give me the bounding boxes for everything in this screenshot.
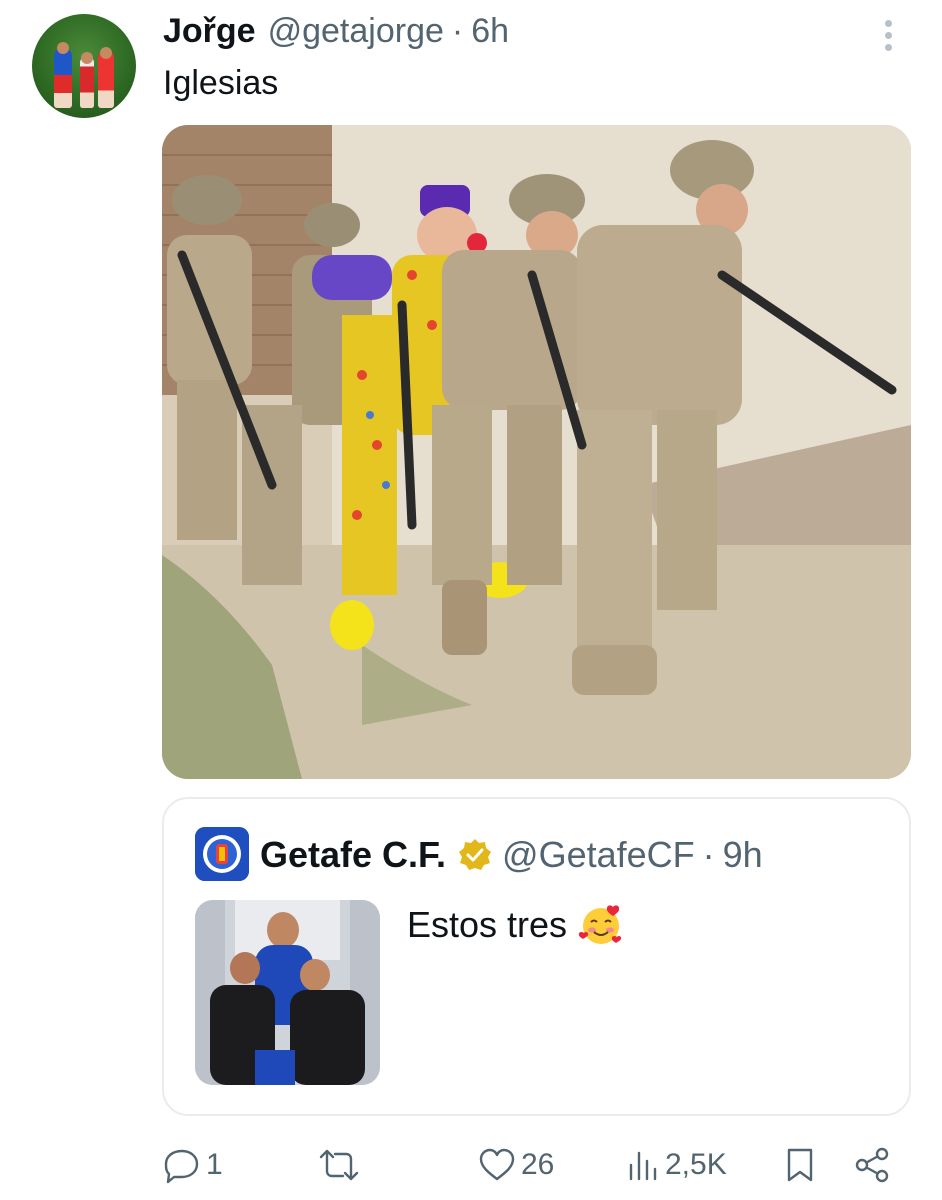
tweet-photo[interactable] xyxy=(162,125,911,779)
quoted-tweet-thumbnail[interactable] xyxy=(195,900,380,1085)
tweet-actions-bar: 1 26 2,5K xyxy=(162,1140,911,1190)
like-icon xyxy=(479,1148,515,1181)
getafe-crest-icon xyxy=(195,827,249,881)
bookmark-button[interactable] xyxy=(780,1140,820,1190)
retweet-icon xyxy=(319,1149,359,1181)
share-icon xyxy=(855,1147,889,1183)
quoted-tweet-text: Estos tres xyxy=(407,904,568,945)
bookmark-icon xyxy=(787,1148,813,1182)
retweet-button[interactable] xyxy=(317,1140,365,1190)
author-name[interactable]: Jořge xyxy=(163,12,256,51)
quoted-tweet-timestamp[interactable]: 9h xyxy=(723,834,763,876)
separator-dot: · xyxy=(451,12,464,50)
gold-verified-badge-icon xyxy=(459,839,492,870)
quoted-author-handle[interactable]: @GetafeCF xyxy=(502,834,695,876)
author-avatar[interactable] xyxy=(32,14,136,118)
reply-icon xyxy=(164,1149,199,1184)
tweet-text: Iglesias xyxy=(163,64,279,102)
quoted-separator-dot: · xyxy=(702,834,715,875)
quoted-tweet-text-row: Estos tres xyxy=(407,901,625,949)
author-handle[interactable]: @getajorge xyxy=(268,12,444,51)
reply-count: 1 xyxy=(206,1148,223,1181)
soldiers-and-clown-photo xyxy=(162,125,911,779)
more-vertical-icon[interactable] xyxy=(876,16,900,56)
quoted-author-name[interactable]: Getafe C.F. xyxy=(260,834,446,876)
getafe-logo-avatar[interactable] xyxy=(195,827,249,881)
quoted-tweet-card[interactable]: Getafe C.F. @GetafeCF · 9h Estos tres xyxy=(162,797,911,1116)
tweet-header: Jořge @getajorge · 6h xyxy=(163,12,509,52)
three-players-photo xyxy=(195,900,380,1085)
like-button[interactable]: 26 xyxy=(477,1140,554,1190)
reply-button[interactable]: 1 xyxy=(162,1140,223,1190)
share-button[interactable] xyxy=(852,1140,892,1190)
views-icon xyxy=(629,1151,657,1181)
quoted-tweet-header: Getafe C.F. @GetafeCF · 9h xyxy=(260,829,763,881)
smiling-face-with-hearts-emoji xyxy=(578,905,622,944)
views-button[interactable]: 2,5K xyxy=(625,1140,727,1190)
tweet-timestamp[interactable]: 6h xyxy=(471,12,509,51)
like-count: 26 xyxy=(521,1148,555,1181)
views-count: 2,5K xyxy=(665,1148,727,1181)
